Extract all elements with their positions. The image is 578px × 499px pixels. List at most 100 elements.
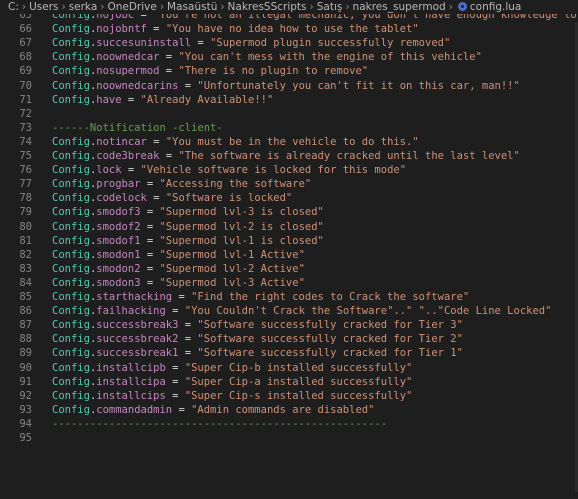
code-line[interactable]: 86 Config.failhacking = "You Couldn't Cra… [0, 304, 578, 318]
config-value: "Supermod lvl-3 is closed" [159, 206, 324, 219]
code-line[interactable]: 77 Config.progbar = "Accessing the softwa… [0, 177, 578, 191]
config-object: Config [52, 220, 90, 233]
code-line[interactable]: 68 Config.noownedcar = "You can't mess wi… [0, 50, 578, 64]
config-key: noownedcarins [96, 79, 179, 92]
code-line[interactable]: 74 Config.notincar = "You must be in the … [0, 135, 578, 149]
config-key: successbreak2 [96, 333, 179, 346]
editor-window: C: › Users › serka › OneDrive › Masaüstü › NakresS… [0, 0, 578, 499]
config-object: Config [52, 291, 90, 303]
code-line[interactable]: 90 Config.installcipb = "Super Cip-b inst… [0, 361, 578, 375]
config-object: Config [52, 248, 90, 261]
code-line[interactable]: 92 Config.installcips = "Super Cip-s inst… [0, 389, 578, 403]
code-line[interactable]: 71 Config.have = "Already Available!!" [0, 93, 578, 107]
breadcrumb-file[interactable]: config.lua [470, 1, 521, 13]
config-object: Config [52, 37, 90, 50]
breadcrumb-segment[interactable]: Masaüstü [167, 1, 217, 13]
config-key: smodon3 [96, 276, 141, 289]
code-text: Config.failhacking = "You Couldn't Crack… [52, 305, 552, 318]
config-object: Config [52, 206, 90, 219]
code-text: Config.noownedcar = "You can't mess with… [52, 51, 482, 64]
breadcrumb-segment[interactable]: NakresSScripts [228, 1, 307, 13]
config-value: "Supermod lvl-1 is closed" [159, 234, 324, 247]
code-line[interactable]: 79 Config.smodof3 = "Supermod lvl-3 is cl… [0, 205, 578, 219]
line-number: 72 [19, 107, 32, 120]
code-editor[interactable]: 65 Config.nojobc = "You're not an illegal… [0, 8, 578, 499]
config-key: progbar [96, 178, 141, 191]
code-line[interactable]: 88 Config.successbreak2 = "Software succe… [0, 332, 578, 346]
line-number: 92 [19, 389, 32, 402]
code-line[interactable]: 69 Config.nosupermod = "There is no plugi… [0, 64, 578, 78]
chevron-right-icon: › [21, 1, 27, 13]
code-line[interactable]: 89 Config.successbreak1 = "Software succe… [0, 346, 578, 360]
line-number: 93 [19, 403, 32, 416]
code-text: Config.installcips = "Super Cip-s instal… [52, 389, 413, 402]
code-line[interactable]: 94 --------------------------------------… [0, 417, 578, 431]
config-key: installcipb [96, 361, 166, 374]
chevron-right-icon: › [61, 1, 66, 13]
line-number: 67 [19, 37, 32, 50]
config-object: Config [52, 375, 90, 388]
code-text: Config.succesuninstall = "Supermod plugi… [52, 37, 451, 50]
code-line[interactable]: 67 Config.succesuninstall = "Supermod plu… [0, 36, 578, 50]
chevron-right-icon: › [159, 1, 165, 13]
config-object: Config [52, 403, 90, 416]
code-text: ------Notification -client- [52, 121, 223, 135]
line-number: 81 [19, 234, 32, 247]
config-value: "Admin commands are disabled" [191, 403, 375, 416]
code-line[interactable]: 81 Config.smodof1 = "Supermod lvl-1 is cl… [0, 234, 578, 248]
code-text: Config.installcipb = "Super Cip-b instal… [52, 361, 413, 374]
breadcrumb-segment[interactable]: C: [8, 1, 19, 13]
breadcrumb-segment[interactable]: nakres_supermod [353, 1, 446, 13]
config-value: "Find the right codes to Crack the softw… [191, 291, 470, 303]
config-key: smodon1 [96, 248, 141, 261]
breadcrumb-segment[interactable]: serka [69, 1, 98, 13]
config-object: Config [52, 262, 90, 275]
code-text: Config.noownedcarins = "Unfortunately yo… [52, 79, 520, 92]
code-line[interactable]: 66 Config.nojobntf = "You have no idea ho… [0, 22, 578, 36]
breadcrumb-segment[interactable]: Satış [317, 1, 343, 13]
line-number: 84 [19, 276, 32, 289]
code-text: Config.nosupermod = "There is no plugin … [52, 65, 369, 78]
code-text: ----------------------------------------… [52, 417, 387, 431]
code-line[interactable]: 91 Config.installcipa = "Super Cip-a inst… [0, 375, 578, 389]
config-key: lock [96, 164, 122, 177]
chevron-right-icon: › [448, 1, 453, 13]
code-line[interactable]: 82 Config.smodon1 = "Supermod lvl-1 Activ… [0, 248, 578, 262]
config-object: Config [52, 305, 90, 318]
code-line[interactable]: 72 [0, 107, 578, 121]
code-text: Config.smodof1 = "Supermod lvl-1 is clos… [52, 234, 324, 247]
code-line[interactable]: 83 Config.smodon2 = "Supermod lvl-2 Activ… [0, 262, 578, 276]
breadcrumb-segment[interactable]: OneDrive [107, 1, 156, 13]
code-line[interactable]: 80 Config.smodof2 = "Supermod lvl-2 is cl… [0, 220, 578, 234]
config-value: "Supermod lvl-2 is closed" [159, 220, 324, 233]
code-text: Config.progbar = "Accessing the software… [52, 178, 312, 191]
config-value: "Supermod plugin successfully removed" [210, 37, 451, 50]
config-key: notincar [96, 135, 147, 148]
line-number: 78 [19, 192, 32, 205]
code-line[interactable]: 70 Config.noownedcarins = "Unfortunately … [0, 79, 578, 93]
code-line[interactable]: 84 Config.smodon3 = "Supermod lvl-3 Activ… [0, 276, 578, 290]
config-object: Config [52, 192, 90, 205]
code-line[interactable]: 85 Config.starthacking = "Find the right … [0, 290, 578, 304]
code-text: Config.smodon3 = "Supermod lvl-3 Active" [52, 276, 305, 289]
code-line[interactable]: 87 Config.successbreak3 = "Software succe… [0, 318, 578, 332]
config-key: succesuninstall [96, 37, 192, 50]
code-line[interactable]: 93 Config.commandadmin = "Admin commands … [0, 403, 578, 417]
code-text: Config.smodof2 = "Supermod lvl-2 is clos… [52, 220, 324, 233]
chevron-right-icon: › [220, 1, 225, 13]
code-text: Config.starthacking = "Find the right co… [52, 291, 470, 303]
code-line[interactable]: 73 ------Notification -client- [0, 121, 578, 135]
config-value: "The software is already cracked until t… [178, 150, 520, 162]
code-line[interactable]: 75 Config.code3break = "The software is a… [0, 149, 578, 163]
breadcrumb-segment[interactable]: Users [29, 1, 58, 13]
config-key: commandadmin [96, 403, 173, 416]
code-line[interactable]: 76 Config.lock = "Vehicle software is loc… [0, 163, 578, 177]
config-value: "You can't mess with the engine of this … [178, 51, 482, 64]
code-line[interactable]: 95 [0, 431, 578, 445]
config-object: Config [52, 234, 90, 247]
code-line[interactable]: 78 Config.codelock = "Software is locked" [0, 191, 578, 205]
code-text: Config.codelock = "Software is locked" [52, 192, 293, 205]
line-number: 76 [19, 164, 32, 177]
line-number: 83 [19, 262, 32, 275]
code-text: Config.have = "Already Available!!" [52, 93, 274, 106]
